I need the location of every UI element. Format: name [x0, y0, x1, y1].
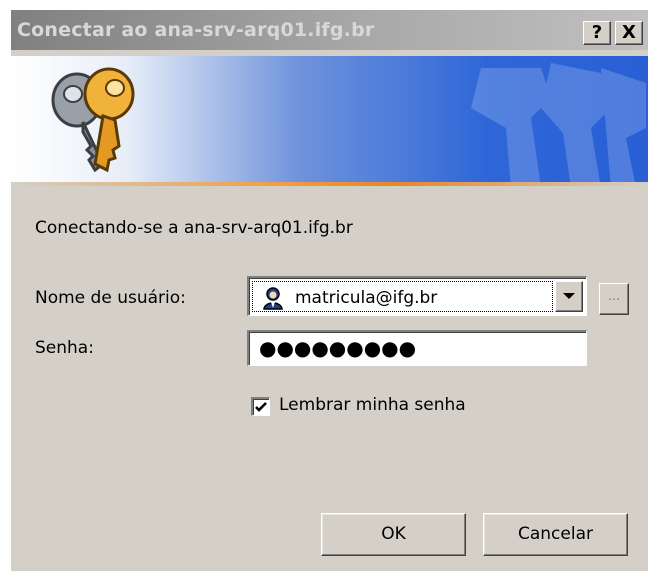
user-icon: [262, 287, 284, 310]
password-mask: ●●●●●●●●●: [259, 336, 417, 360]
connecting-text: Conectando-se a ana-srv-arq01.ifg.br: [35, 218, 353, 238]
ok-button[interactable]: OK: [321, 513, 466, 556]
keys-icon: [51, 67, 135, 173]
login-dialog: Conectar ao ana-srv-arq01.ifg.br ? X Con…: [10, 10, 648, 571]
dialog-banner: [11, 56, 648, 182]
password-label: Senha:: [35, 338, 94, 358]
keys-watermark-icon: [471, 63, 646, 182]
password-field[interactable]: ●●●●●●●●●: [247, 330, 587, 366]
close-button[interactable]: X: [615, 21, 643, 45]
banner-divider: [11, 182, 648, 186]
username-combobox[interactable]: matricula@ifg.br: [247, 276, 587, 316]
remember-password-checkbox[interactable]: [251, 397, 270, 416]
window-title: Conectar ao ana-srv-arq01.ifg.br: [17, 19, 375, 41]
username-value: matricula@ifg.br: [295, 288, 438, 308]
remember-password-label[interactable]: Lembrar minha senha: [279, 395, 466, 415]
browse-users-button[interactable]: ...: [599, 283, 629, 315]
help-button[interactable]: ?: [583, 21, 611, 45]
username-field[interactable]: matricula@ifg.br: [251, 280, 554, 313]
username-label: Nome de usuário:: [35, 288, 186, 308]
title-bar[interactable]: Conectar ao ana-srv-arq01.ifg.br ? X: [11, 10, 648, 50]
checkmark-icon: [255, 402, 267, 412]
cancel-button[interactable]: Cancelar: [483, 513, 628, 556]
dropdown-arrow-icon[interactable]: [555, 281, 583, 312]
